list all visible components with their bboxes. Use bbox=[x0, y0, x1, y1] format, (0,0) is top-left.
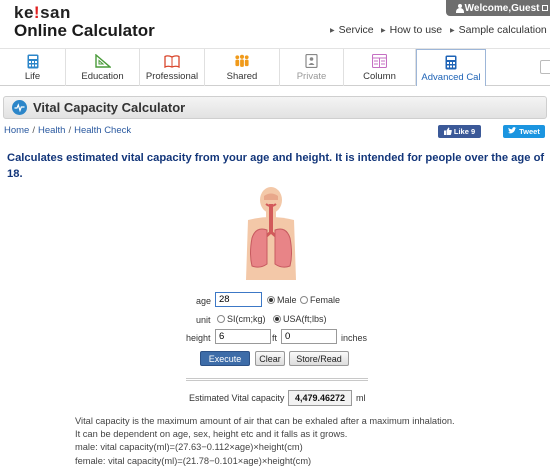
height-in-input[interactable] bbox=[281, 329, 337, 344]
unit-si-label[interactable]: SI(cm;kg) bbox=[227, 314, 266, 324]
category-professional[interactable]: Professional bbox=[140, 49, 205, 86]
category-shared-label: Shared bbox=[226, 71, 258, 82]
result-value[interactable]: 4,479.46272 bbox=[288, 390, 352, 406]
category-education-label: Education bbox=[81, 71, 124, 82]
calculator-title-bar: Vital Capacity Calculator bbox=[3, 96, 547, 119]
sex-male-radio[interactable] bbox=[267, 296, 275, 304]
advanced-calculator-icon bbox=[443, 54, 459, 70]
site-logo-subtitle[interactable]: Online Calculator bbox=[14, 21, 155, 41]
nav-sample-calculation-label: Sample calculation bbox=[458, 24, 547, 36]
category-life[interactable]: Life bbox=[0, 49, 66, 86]
category-shared[interactable]: Shared bbox=[205, 49, 280, 86]
execute-button[interactable]: Execute bbox=[200, 351, 250, 366]
nav-how-to-use[interactable]: ▶ How to use bbox=[381, 24, 442, 36]
search-box-edge[interactable] bbox=[540, 60, 550, 74]
nav-arrow-icon: ▶ bbox=[381, 27, 386, 34]
unit-usa-radio[interactable] bbox=[273, 315, 281, 323]
site-header: ke!san Online Calculator Welcome,Guest ▶… bbox=[0, 0, 550, 44]
sex-female-radio[interactable] bbox=[300, 296, 308, 304]
height-in-unit: inches bbox=[341, 333, 368, 343]
category-advanced-cal[interactable]: Advanced Cal bbox=[416, 49, 486, 86]
height-ft-unit: ft bbox=[272, 333, 278, 343]
sex-male-label[interactable]: Male bbox=[277, 295, 297, 305]
age-input[interactable] bbox=[215, 292, 262, 307]
unit-label: unit bbox=[196, 315, 211, 325]
result-label: Estimated Vital capacity bbox=[189, 393, 285, 403]
nav-sample-calculation[interactable]: ▶ Sample calculation bbox=[450, 24, 547, 36]
like-label: Like 9 bbox=[453, 127, 476, 136]
breadcrumb-home[interactable]: Home bbox=[4, 125, 29, 136]
height-label: height bbox=[186, 333, 211, 343]
mail-icon[interactable] bbox=[542, 5, 548, 11]
nav-arrow-icon: ▶ bbox=[450, 27, 455, 34]
nav-arrow-icon: ▶ bbox=[330, 27, 335, 34]
explanation-line: male: vital capacity(ml)=(27.63−0.112×ag… bbox=[75, 442, 303, 453]
site-logo[interactable]: ke!san bbox=[14, 3, 71, 23]
page-title: Vital Capacity Calculator bbox=[33, 100, 186, 115]
people-icon bbox=[234, 53, 250, 69]
breadcrumb-separator: / bbox=[32, 125, 35, 136]
breadcrumb-health-check[interactable]: Health Check bbox=[74, 125, 131, 136]
category-life-label: Life bbox=[24, 71, 41, 82]
triangle-ruler-icon bbox=[94, 53, 111, 69]
facebook-like-button[interactable]: Like 9 bbox=[438, 125, 481, 138]
breadcrumb-separator: / bbox=[68, 125, 72, 136]
explanation-text: Vital capacity is the maximum amount of … bbox=[75, 415, 455, 468]
sex-female-label[interactable]: Female bbox=[310, 295, 340, 305]
user-icon bbox=[456, 3, 464, 13]
category-advanced-cal-label: Advanced Cal bbox=[421, 72, 481, 83]
store-read-button[interactable]: Store/Read bbox=[289, 351, 349, 366]
explanation-line: female: vital capacity(ml)=(21.78−0.101×… bbox=[75, 455, 312, 466]
category-column[interactable]: Column bbox=[344, 49, 416, 86]
tweet-label: Tweet bbox=[519, 127, 540, 136]
explanation-line: It can be dependent on age, sex, height … bbox=[75, 429, 348, 440]
thumbs-up-icon bbox=[443, 127, 452, 137]
calculator-icon bbox=[25, 53, 41, 69]
unit-usa-label[interactable]: USA(ft;lbs) bbox=[283, 314, 327, 324]
nav-service[interactable]: ▶ Service bbox=[330, 24, 374, 36]
twitter-bird-icon bbox=[508, 127, 517, 136]
result-divider bbox=[186, 378, 368, 381]
explanation-line: Vital capacity is the maximum amount of … bbox=[75, 416, 455, 426]
category-column-label: Column bbox=[363, 71, 396, 82]
category-bar: Life Education Professional Shared Priva… bbox=[0, 48, 550, 86]
nav-how-to-use-label: How to use bbox=[389, 24, 443, 36]
breadcrumb: Home / Health / Health Check bbox=[4, 125, 131, 136]
unit-si-radio[interactable] bbox=[217, 315, 225, 323]
breadcrumb-health[interactable]: Health bbox=[38, 125, 65, 136]
lungs-illustration bbox=[236, 186, 306, 280]
clear-button[interactable]: Clear bbox=[255, 351, 285, 366]
calculator-description: Calculates estimated vital capacity from… bbox=[7, 152, 545, 180]
tweet-button[interactable]: Tweet bbox=[503, 125, 545, 138]
private-icon bbox=[304, 53, 320, 69]
nav-service-label: Service bbox=[338, 24, 374, 36]
age-label: age bbox=[196, 296, 212, 306]
category-education[interactable]: Education bbox=[66, 49, 140, 86]
book-icon bbox=[164, 53, 180, 69]
column-icon bbox=[372, 53, 388, 69]
category-private-label: Private bbox=[296, 71, 327, 82]
category-professional-label: Professional bbox=[145, 71, 199, 82]
heartbeat-icon bbox=[12, 100, 27, 115]
height-ft-input[interactable] bbox=[215, 329, 271, 344]
welcome-badge[interactable]: Welcome,Guest bbox=[446, 0, 550, 16]
result-unit: ml bbox=[356, 393, 366, 403]
welcome-text: Welcome,Guest bbox=[464, 2, 540, 14]
category-private[interactable]: Private bbox=[280, 49, 344, 86]
